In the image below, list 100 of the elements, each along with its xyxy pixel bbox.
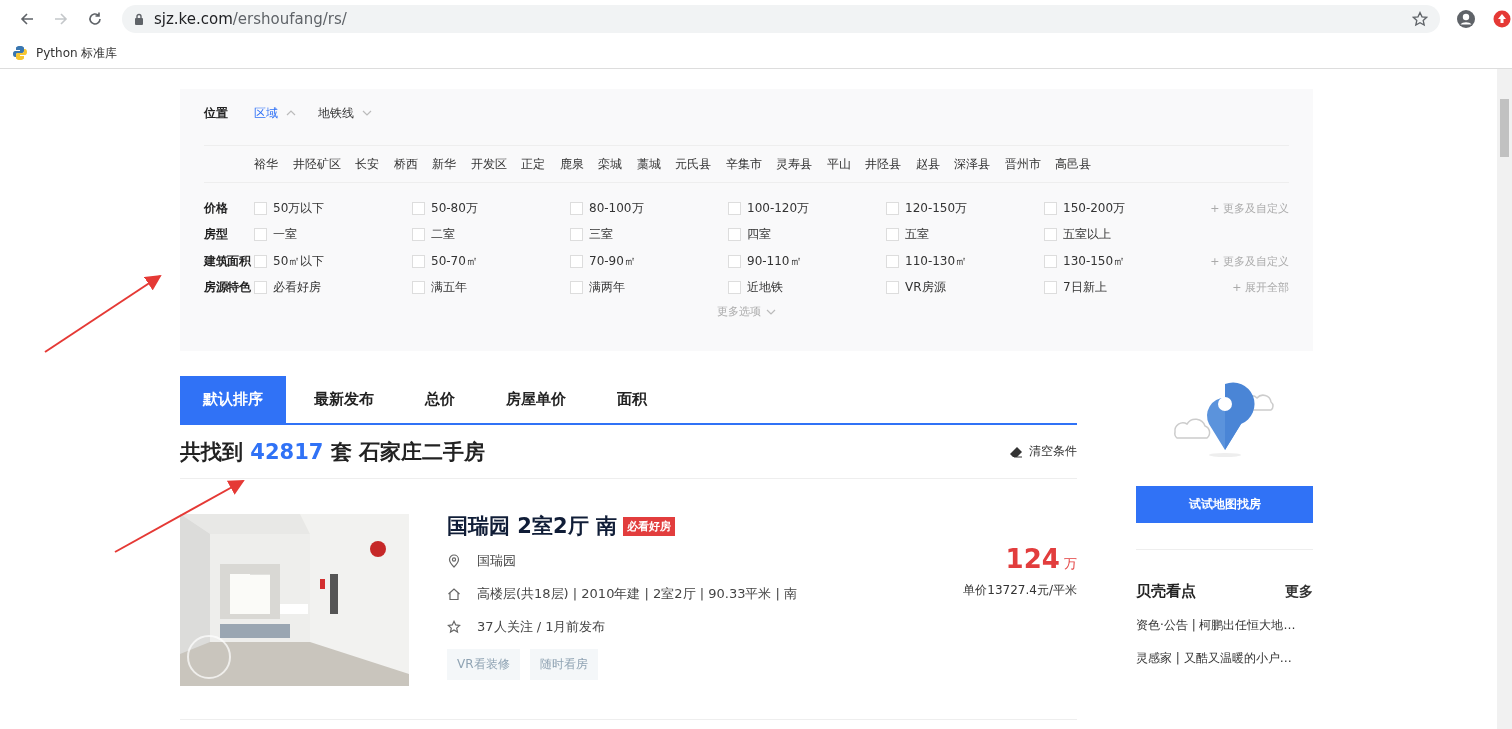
option-label[interactable]: 二室 — [431, 226, 455, 244]
district-link[interactable]: 开发区 — [470, 155, 507, 173]
filter-label: 房源特色 — [204, 279, 252, 297]
checkbox[interactable] — [254, 281, 267, 295]
chevron-down-icon — [362, 110, 372, 116]
checkbox[interactable] — [254, 201, 267, 215]
checkbox[interactable] — [728, 254, 741, 268]
checkbox[interactable] — [412, 228, 425, 242]
checkbox[interactable] — [886, 254, 899, 268]
sort-tab[interactable]: 房屋单价 — [483, 376, 589, 423]
district-link[interactable]: 桥西 — [393, 155, 418, 173]
sort-tab[interactable]: 默认排序 — [180, 376, 286, 423]
option-label[interactable]: 100-120万 — [747, 199, 810, 217]
total-price: 124 万 — [1004, 544, 1077, 574]
option-label[interactable]: 7日新上 — [1063, 279, 1107, 297]
checkbox[interactable] — [1044, 281, 1057, 295]
back-icon[interactable] — [19, 11, 35, 27]
bookmark[interactable]: Python 标准库 — [12, 44, 118, 62]
news-item[interactable]: 资色·公告 | 柯鹏出任恒大地… — [1136, 617, 1313, 634]
checkbox[interactable] — [1044, 254, 1057, 268]
option-label[interactable]: 80-100万 — [589, 199, 644, 217]
option-label[interactable]: 90-110㎡ — [747, 252, 802, 270]
checkbox[interactable] — [728, 201, 741, 215]
reload-icon[interactable] — [87, 11, 103, 27]
listing-tag: 随时看房 — [529, 649, 598, 680]
address-bar[interactable]: sjz.ke.com/ershoufang/rs/ — [122, 5, 1440, 33]
district-link[interactable]: 深泽县 — [954, 155, 990, 173]
district-link[interactable]: 藁城 — [636, 155, 661, 173]
forward-icon[interactable] — [53, 11, 69, 27]
option-label[interactable]: 150-200万 — [1063, 199, 1126, 217]
sort-tab[interactable]: 总价 — [402, 376, 478, 423]
option-label[interactable]: 必看好房 — [273, 279, 321, 297]
district-link[interactable]: 赵县 — [915, 155, 940, 173]
checkbox[interactable] — [570, 201, 583, 215]
news-item[interactable]: 灵感家 | 又酷又温暖的小户… — [1136, 650, 1313, 667]
checkbox[interactable] — [886, 281, 899, 295]
option-label[interactable]: VR房源 — [905, 279, 946, 297]
option-label[interactable]: 50万以下 — [273, 199, 325, 217]
option-label[interactable]: 四室 — [747, 226, 771, 244]
checkbox[interactable] — [728, 228, 741, 242]
district-link[interactable]: 长安 — [355, 155, 379, 173]
district-link[interactable]: 正定 — [521, 155, 545, 173]
district-link[interactable]: 栾城 — [598, 155, 622, 173]
checkbox[interactable] — [412, 281, 425, 295]
chevron-down-icon — [766, 308, 776, 315]
district-link[interactable]: 裕华 — [254, 155, 278, 173]
checkbox[interactable] — [886, 201, 899, 215]
option-label[interactable]: 三室 — [589, 226, 613, 244]
checkbox[interactable] — [254, 228, 267, 242]
star-icon[interactable] — [1412, 11, 1428, 27]
more-link[interactable]: 更多 — [1285, 582, 1313, 601]
option-label[interactable]: 五室 — [905, 226, 929, 244]
python-logo — [12, 45, 28, 61]
option-label[interactable]: 120-150万 — [905, 199, 968, 217]
district-link[interactable]: 鹿泉 — [559, 155, 584, 173]
option-label[interactable]: 五室以上 — [1063, 226, 1111, 244]
district-link[interactable]: 井陉矿区 — [292, 155, 341, 173]
result-count-heading: 共找到 42817 套 石家庄二手房 — [180, 438, 485, 466]
checkbox[interactable] — [570, 228, 583, 242]
sort-tab[interactable]: 最新发布 — [291, 376, 397, 423]
listing-tag: VR看装修 — [447, 649, 520, 680]
option-label[interactable]: 130-150㎡ — [1063, 252, 1126, 270]
checkbox[interactable] — [1044, 228, 1057, 242]
option-label[interactable]: 满五年 — [431, 279, 467, 297]
option-label[interactable]: 近地铁 — [747, 279, 783, 297]
option-label[interactable]: 110-130㎡ — [905, 252, 968, 270]
location-tab[interactable]: 地铁线 — [318, 104, 372, 122]
checkbox[interactable] — [728, 281, 741, 295]
checkbox[interactable] — [412, 254, 425, 268]
scrollbar[interactable] — [1497, 69, 1512, 729]
district-link[interactable]: 井陉县 — [865, 155, 901, 173]
district-link[interactable]: 高邑县 — [1055, 155, 1091, 173]
district-link[interactable]: 新华 — [432, 155, 456, 173]
checkbox[interactable] — [570, 254, 583, 268]
district-link[interactable]: 辛集市 — [725, 155, 762, 173]
extension-icon[interactable] — [1492, 9, 1512, 29]
checkbox[interactable] — [1044, 201, 1057, 215]
option-label[interactable]: 一室 — [273, 226, 297, 244]
sort-tab[interactable]: 面积 — [594, 376, 670, 423]
house-icon — [447, 587, 461, 601]
option-label[interactable]: 50㎡以下 — [273, 252, 325, 270]
checkbox[interactable] — [570, 281, 583, 295]
account-icon[interactable] — [1456, 9, 1476, 29]
location-tab[interactable]: 区域 — [254, 104, 296, 122]
community-name[interactable]: 国瑞园 — [477, 552, 516, 570]
listing-title[interactable]: 国瑞园 2室2厅 南 — [447, 512, 617, 540]
district-link[interactable]: 灵寿县 — [776, 155, 812, 173]
checkbox[interactable] — [412, 201, 425, 215]
checkbox[interactable] — [886, 228, 899, 242]
option-label[interactable]: 50-70㎡ — [431, 252, 478, 270]
checkbox[interactable] — [254, 254, 267, 268]
option-label[interactable]: 50-80万 — [431, 199, 478, 217]
district-link[interactable]: 元氏县 — [675, 155, 711, 173]
star-icon — [447, 620, 461, 634]
district-link[interactable]: 平山 — [826, 155, 851, 173]
filter-label: 房型 — [204, 226, 229, 244]
option-label[interactable]: 70-90㎡ — [589, 252, 636, 270]
district-link[interactable]: 晋州市 — [1004, 155, 1041, 173]
clear-filters-link[interactable]: 清空条件 — [1009, 443, 1077, 460]
option-label[interactable]: 满两年 — [589, 279, 625, 297]
